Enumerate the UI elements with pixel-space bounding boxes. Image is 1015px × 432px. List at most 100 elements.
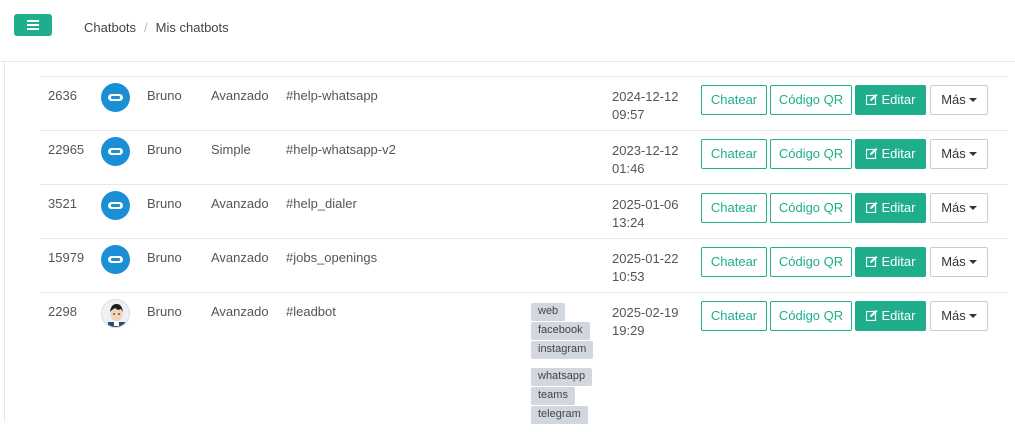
chatbot-id: 22965 xyxy=(48,142,85,157)
more-dropdown-button[interactable]: Más xyxy=(930,85,988,115)
chatbot-id: 2636 xyxy=(48,88,77,103)
person-avatar xyxy=(101,299,130,328)
edit-button[interactable]: Editar xyxy=(855,247,926,277)
chatbot-type: Avanzado xyxy=(211,304,269,319)
chatbot-type: Avanzado xyxy=(211,196,269,211)
chat-button[interactable]: Chatear xyxy=(701,193,767,223)
qr-code-button[interactable]: Código QR xyxy=(770,301,852,331)
edit-icon xyxy=(865,202,878,213)
chat-button[interactable]: Chatear xyxy=(701,139,767,169)
tag: telegram xyxy=(531,406,588,424)
chat-button[interactable]: Chatear xyxy=(701,85,767,115)
chatbot-id: 2298 xyxy=(48,304,77,319)
more-label: Más xyxy=(941,308,966,323)
more-label: Más xyxy=(941,200,966,215)
chatbot-id: 3521 xyxy=(48,196,77,211)
chat-button[interactable]: Chatear xyxy=(701,247,767,277)
bot-icon xyxy=(101,245,130,274)
chatbot-type: Avanzado xyxy=(211,250,269,265)
chatbot-name: #help-whatsapp-v2 xyxy=(286,142,396,157)
time-value: 19:29 xyxy=(612,323,645,338)
breadcrumb-separator: / xyxy=(144,20,148,35)
edit-label: Editar xyxy=(881,308,916,323)
bot-icon xyxy=(101,191,130,220)
tag: whatsapp xyxy=(531,368,593,386)
edit-label: Editar xyxy=(881,254,916,269)
tag: facebook xyxy=(531,322,590,340)
table-row: 22965 Bruno Simple #help-whatsapp-v2 202… xyxy=(40,130,1008,184)
time-value: 10:53 xyxy=(612,269,645,284)
table-row: 3521 Bruno Avanzado #help_dialer 2025-01… xyxy=(40,184,1008,238)
tag: teams xyxy=(531,387,575,405)
edit-icon xyxy=(865,256,878,267)
created-date: 2023-12-12 01:46 xyxy=(612,142,679,178)
more-dropdown-button[interactable]: Más xyxy=(930,301,988,331)
date-value: 2025-01-06 xyxy=(612,197,679,212)
date-value: 2023-12-12 xyxy=(612,143,679,158)
time-value: 01:46 xyxy=(612,161,645,176)
qr-code-button[interactable]: Código QR xyxy=(770,193,852,223)
time-value: 13:24 xyxy=(612,215,645,230)
chatbot-id: 15979 xyxy=(48,250,85,265)
edit-icon xyxy=(865,310,878,321)
date-value: 2025-02-19 xyxy=(612,305,679,320)
date-value: 2024-12-12 xyxy=(612,89,679,104)
top-bar: Chatbots / Mis chatbots xyxy=(0,0,1015,62)
channel-tags: web facebook instagram whatsapp teams te… xyxy=(531,302,621,432)
more-dropdown-button[interactable]: Más xyxy=(930,247,988,277)
edit-label: Editar xyxy=(881,92,916,107)
chatbot-type: Avanzado xyxy=(211,88,269,103)
tag: web xyxy=(531,303,566,321)
more-dropdown-button[interactable]: Más xyxy=(930,193,988,223)
edit-icon xyxy=(865,148,878,159)
more-label: Más xyxy=(941,92,966,107)
chatbot-name: #jobs_openings xyxy=(286,250,378,265)
owner-name: Bruno xyxy=(147,88,182,103)
hamburger-icon xyxy=(27,20,39,30)
owner-name: Bruno xyxy=(147,304,182,319)
table-row: 15979 Bruno Avanzado #jobs_openings 2025… xyxy=(40,238,1008,292)
created-date: 2024-12-12 09:57 xyxy=(612,88,679,124)
created-date: 2025-01-22 10:53 xyxy=(612,250,679,286)
chatbot-name: #help_dialer xyxy=(286,196,357,211)
more-label: Más xyxy=(941,254,966,269)
left-divider xyxy=(4,62,5,422)
breadcrumb-root[interactable]: Chatbots xyxy=(84,20,136,35)
edit-icon xyxy=(865,94,878,105)
bot-icon xyxy=(101,83,130,112)
owner-name: Bruno xyxy=(147,196,182,211)
chatbot-type: Simple xyxy=(211,142,251,157)
more-dropdown-button[interactable]: Más xyxy=(930,139,988,169)
time-value: 09:57 xyxy=(612,107,645,122)
created-date: 2025-01-06 13:24 xyxy=(612,196,679,232)
caret-down-icon xyxy=(968,314,977,318)
edit-button[interactable]: Editar xyxy=(855,85,926,115)
qr-code-button[interactable]: Código QR xyxy=(770,139,852,169)
bot-icon xyxy=(101,137,130,166)
caret-down-icon xyxy=(968,152,977,156)
qr-code-button[interactable]: Código QR xyxy=(770,247,852,277)
owner-name: Bruno xyxy=(147,142,182,157)
edit-label: Editar xyxy=(881,200,916,215)
created-date: 2025-02-19 19:29 xyxy=(612,304,679,340)
breadcrumb-current: Mis chatbots xyxy=(155,20,229,35)
qr-code-button[interactable]: Código QR xyxy=(770,85,852,115)
caret-down-icon xyxy=(968,206,977,210)
caret-down-icon xyxy=(968,98,977,102)
owner-name: Bruno xyxy=(147,250,182,265)
table-row: 2636 Bruno Avanzado #help-whatsapp 2024-… xyxy=(40,76,1008,130)
caret-down-icon xyxy=(968,260,977,264)
breadcrumb: Chatbots / Mis chatbots xyxy=(84,20,229,35)
more-label: Más xyxy=(941,146,966,161)
chatbot-name: #leadbot xyxy=(286,304,336,319)
tag: instagram xyxy=(531,341,594,359)
date-value: 2025-01-22 xyxy=(612,251,679,266)
table-row: 2298 Bruno Avanzado #leadbot web faceboo… xyxy=(40,292,1008,424)
edit-button[interactable]: Editar xyxy=(855,193,926,223)
chatbot-name: #help-whatsapp xyxy=(286,88,378,103)
edit-label: Editar xyxy=(881,146,916,161)
edit-button[interactable]: Editar xyxy=(855,139,926,169)
chat-button[interactable]: Chatear xyxy=(701,301,767,331)
edit-button[interactable]: Editar xyxy=(855,301,926,331)
menu-toggle-button[interactable] xyxy=(14,14,52,36)
